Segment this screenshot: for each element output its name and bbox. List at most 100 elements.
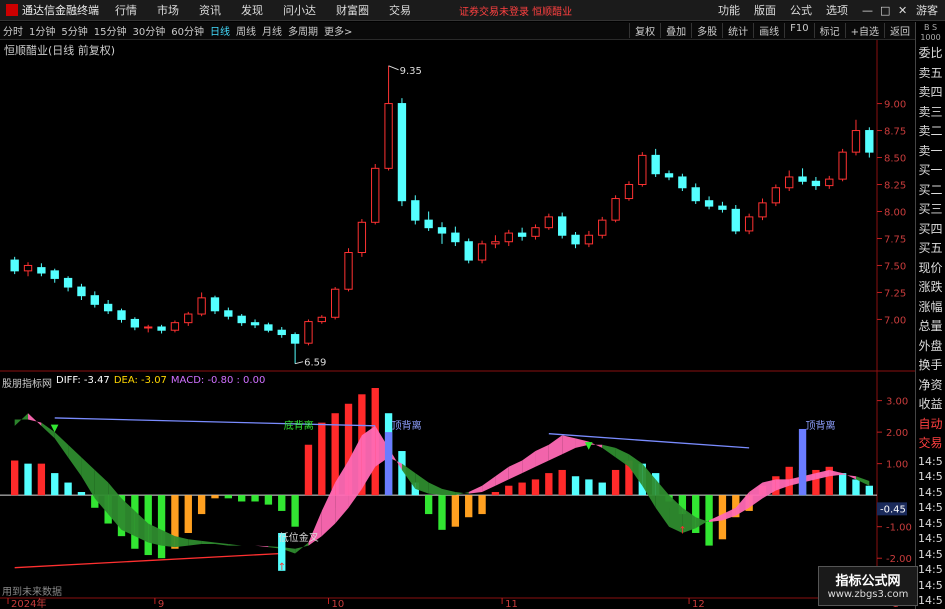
diff-dea-band xyxy=(468,485,483,494)
high-marker-line xyxy=(388,65,399,71)
macd-histogram-bar xyxy=(24,463,32,496)
diff-dea-band xyxy=(508,460,523,480)
signal-arrow-icon: ▼ xyxy=(585,440,593,451)
candle-body xyxy=(651,154,660,175)
macd-histogram-bar xyxy=(424,495,433,515)
candle-body xyxy=(744,216,754,232)
diff-dea-band xyxy=(562,435,576,455)
candle-body xyxy=(23,264,33,272)
tick-time-3: 14:5 xyxy=(918,501,943,514)
candle-body xyxy=(210,297,220,312)
time-tick-label: 2024年 xyxy=(11,597,46,609)
quote-field-14: 总量 xyxy=(918,319,943,333)
macd-histogram-bar xyxy=(545,473,553,496)
candle-body xyxy=(397,103,407,202)
signal-arrow-icon: ↑ xyxy=(678,526,686,537)
tick-time-1: 14:5 xyxy=(918,470,943,483)
diff-dea-band xyxy=(442,488,456,496)
macd-tick-label: 1.00 xyxy=(886,460,908,471)
candle-body xyxy=(798,176,807,182)
candle-body xyxy=(491,241,500,245)
candle-body xyxy=(237,315,246,324)
macd-histogram-bar xyxy=(438,495,446,530)
quote-field-6: 买一 xyxy=(918,163,943,177)
quote-field-0: 委比 xyxy=(918,46,943,60)
candle-body xyxy=(317,316,326,323)
diff-dea-band xyxy=(522,451,536,474)
candle-body xyxy=(277,329,286,336)
candle-body xyxy=(731,208,740,232)
quote-field-list: 委比 卖五 卖四 卖三 卖二 卖一 买一 买二 买三 买四 买五 现价 涨跌 涨幅 总量 外盘 换手 净资 收益 自动… xyxy=(916,44,945,454)
bottom-div-label: 底背离 xyxy=(284,419,314,432)
quote-field-15: 外盘 xyxy=(918,338,943,353)
candle-body xyxy=(531,227,540,237)
macd-histogram-bar xyxy=(77,492,86,496)
candle-body xyxy=(811,180,821,187)
indicator-name[interactable]: 股朋指标网 xyxy=(2,375,52,390)
candle-body xyxy=(785,176,794,189)
macd-histogram-bar xyxy=(291,495,299,527)
diff-dea-band xyxy=(749,482,763,508)
time-tick-label: 9 xyxy=(158,599,164,609)
candle-body xyxy=(504,232,513,243)
macd-histogram-bar xyxy=(264,495,273,505)
panel-header-num: 1000 xyxy=(920,33,941,42)
candle-body xyxy=(344,252,353,290)
top-div-label-1: 顶背离 xyxy=(392,419,422,432)
macd-histogram-bar xyxy=(238,495,246,502)
top-divergence-line-1 xyxy=(54,417,376,427)
time-tick-label: 10 xyxy=(331,599,344,609)
macd-histogram-bar xyxy=(478,495,486,515)
macd-histogram-bar xyxy=(585,479,593,496)
macd-histogram-bar xyxy=(598,482,606,496)
price-chart-svg: 7.00 7.25 7.50 7.75 8.00 8.25 8.50 8.75 9.00 3.00… xyxy=(0,40,915,609)
candle-body xyxy=(865,130,874,153)
trading-terminal: 通达信金融终端 行情 市场 资讯 发现 问小达 财富圈 交易 证券交易未登录 恒… xyxy=(0,0,945,609)
candle-body xyxy=(37,267,46,274)
candle-body xyxy=(197,297,206,315)
candle-body xyxy=(464,241,473,261)
candle-body xyxy=(718,205,727,210)
quote-field-18: 收益 xyxy=(918,397,943,411)
high-marker-label: 9.35 xyxy=(400,66,422,77)
macd-histogram-bar xyxy=(37,463,46,496)
macd-histogram-bar xyxy=(224,495,233,499)
diff-dea-band xyxy=(255,545,269,548)
candle-body xyxy=(517,232,527,237)
quote-field-10: 买五 xyxy=(918,241,943,255)
diff-dea-band xyxy=(201,540,215,545)
quote-field-20: 交易 xyxy=(918,436,943,450)
diff-dea-band xyxy=(214,542,229,546)
tick-time-7: 14:5 xyxy=(918,563,943,576)
price-tick-label: 7.50 xyxy=(884,261,906,272)
quote-field-17: 净资 xyxy=(918,377,943,392)
candle-body xyxy=(384,103,393,169)
low-marker-label: 6.59 xyxy=(304,358,326,369)
candle-body xyxy=(90,295,99,305)
diff-dea-band xyxy=(174,536,189,548)
candle-body xyxy=(144,326,153,329)
candle-body xyxy=(691,187,700,202)
candle-body xyxy=(638,154,647,186)
quote-field-11: 现价 xyxy=(918,260,943,275)
candle-body xyxy=(170,322,180,331)
macd-histogram-bar xyxy=(518,482,526,496)
macd-histogram-bar xyxy=(611,469,620,496)
candle-body xyxy=(357,221,367,254)
macd-histogram-bar xyxy=(11,460,19,496)
macd-histogram-bar xyxy=(558,469,566,496)
quote-field-1: 卖五 xyxy=(918,65,943,80)
price-tick-label: 8.25 xyxy=(884,181,906,192)
panel-header-bs: B S xyxy=(923,23,938,32)
top-div-label-2: 顶背离 xyxy=(806,419,836,432)
candle-body xyxy=(10,259,19,272)
candle-body xyxy=(544,216,554,229)
diff-dea-band xyxy=(428,482,442,496)
candle-body xyxy=(477,243,487,261)
tick-time-8: 14:5 xyxy=(918,578,943,592)
candle-body xyxy=(664,173,674,178)
candle-body xyxy=(571,234,580,245)
candle-body xyxy=(50,270,59,279)
diff-dea-band xyxy=(482,476,496,493)
price-tick-label: 7.25 xyxy=(884,288,906,299)
